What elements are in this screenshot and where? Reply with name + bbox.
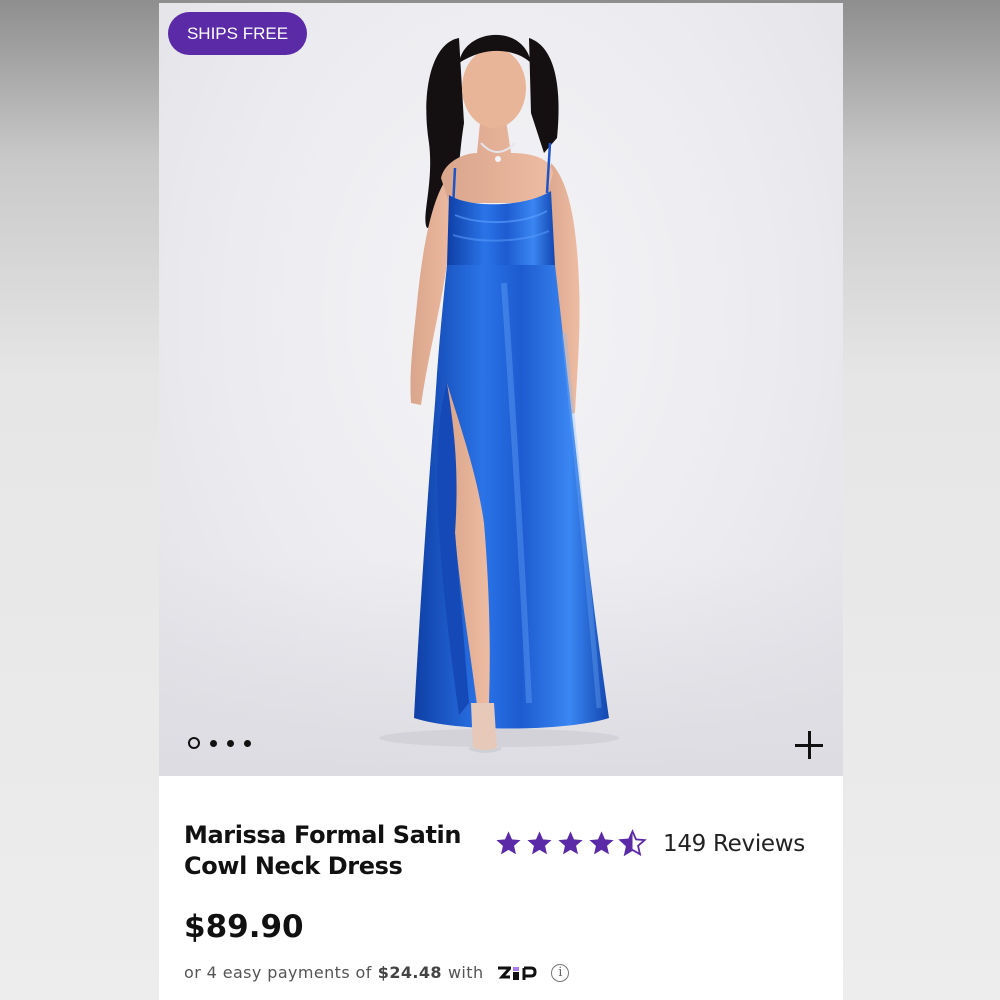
model-in-blue-dress	[379, 34, 619, 753]
gallery-dot-4[interactable]	[244, 739, 251, 747]
star-icon	[496, 831, 521, 855]
installment-info: or 4 easy payments of $24.48 with i	[184, 963, 570, 982]
plus-icon[interactable]	[792, 728, 826, 762]
product-rating[interactable]: 149 Reviews	[494, 829, 805, 858]
gallery-pagination	[188, 737, 251, 749]
zip-logo-mark	[498, 966, 512, 978]
star-half-icon	[618, 829, 647, 857]
zip-logo[interactable]	[497, 965, 537, 981]
product-title-line1: Marissa Formal Satin	[184, 821, 462, 849]
info-icon[interactable]: i	[551, 963, 570, 982]
zip-logo-mark-p	[522, 966, 537, 980]
star-icon	[527, 831, 552, 855]
zip-logo-mark-i	[513, 966, 520, 980]
reviews-link[interactable]: 149 Reviews	[663, 831, 805, 857]
installment-prefix: or 4 easy payments of	[184, 963, 372, 982]
product-card: SHIPS FREE Marissa Formal Satin Cowl Nec…	[159, 3, 843, 1000]
ships-free-badge: SHIPS FREE	[168, 12, 307, 55]
gallery-dot-2[interactable]	[210, 739, 217, 747]
installment-amount: $24.48	[377, 963, 442, 982]
product-price: $89.90	[184, 909, 304, 945]
rating-stars	[494, 829, 647, 858]
product-title-line2: Cowl Neck Dress	[184, 852, 403, 880]
product-title: Marissa Formal Satin Cowl Neck Dress	[184, 820, 494, 882]
installment-suffix: with	[447, 963, 484, 982]
star-icon	[558, 831, 583, 855]
gallery-dot-1[interactable]	[188, 737, 200, 749]
star-icon	[589, 831, 614, 855]
product-image[interactable]: SHIPS FREE	[159, 3, 843, 776]
gallery-dot-3[interactable]	[227, 739, 234, 747]
